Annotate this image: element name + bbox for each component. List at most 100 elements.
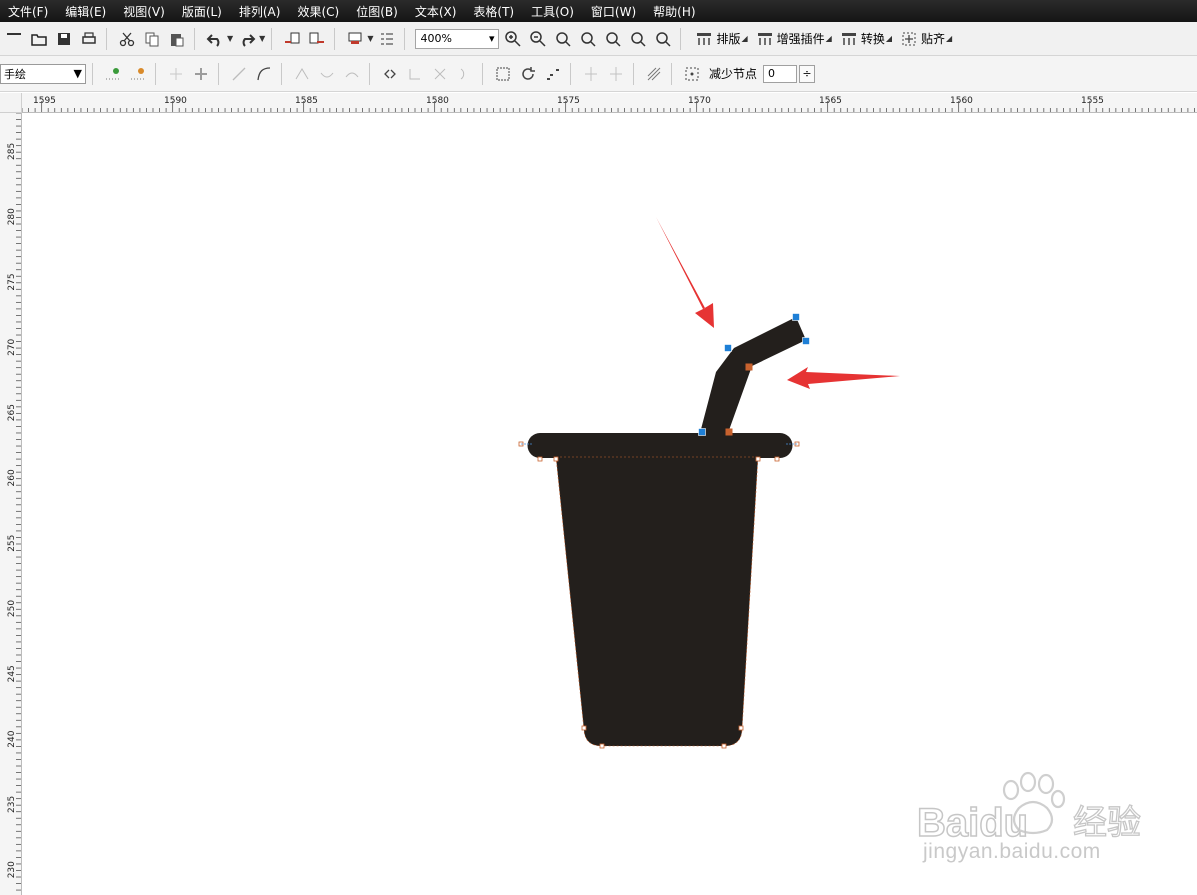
chevron-down-icon: ▾	[488, 32, 495, 45]
snap-dropdown-icon[interactable]: ◢	[946, 34, 952, 43]
toolbar-separator	[680, 27, 682, 50]
curve-mode-select[interactable]: 手绘 ▼	[0, 63, 86, 84]
cusp-node-icon[interactable]	[291, 63, 313, 85]
rotate-nodes-icon[interactable]	[517, 63, 539, 85]
add-node-icon[interactable]	[102, 63, 124, 85]
menu-item-0[interactable]: 文件(F)	[8, 3, 48, 20]
zoom-level-select[interactable]: 400% ▾	[415, 28, 500, 49]
redo-dropdown-icon[interactable]: ▼	[259, 34, 265, 43]
selected-node[interactable]	[724, 344, 732, 352]
curve-node[interactable]	[774, 456, 780, 462]
zoom-page-icon[interactable]	[602, 28, 624, 50]
mirror-horizontal-icon[interactable]	[580, 63, 602, 85]
selected-node[interactable]	[698, 428, 706, 436]
extend-close-icon[interactable]	[404, 63, 426, 85]
cup-shape[interactable]	[527, 317, 807, 747]
zoom-width-icon[interactable]	[627, 28, 649, 50]
align-nodes-icon[interactable]	[542, 63, 564, 85]
menu-item-4[interactable]: 排列(A)	[239, 3, 281, 20]
curve-node[interactable]	[725, 428, 733, 436]
convert-dropdown-icon[interactable]: ◢	[886, 34, 892, 43]
publish-dropdown-icon[interactable]: ▼	[367, 34, 373, 43]
reduce-nodes-stepper[interactable]: ÷	[799, 64, 816, 83]
curve-node[interactable]	[537, 456, 543, 462]
layout-dropdown-icon[interactable]: ◢	[741, 34, 747, 43]
curve-node[interactable]	[599, 743, 605, 749]
ruler-corner[interactable]	[0, 93, 22, 113]
menu-item-3[interactable]: 版面(L)	[182, 3, 222, 20]
mirror-vertical-icon[interactable]	[605, 63, 627, 85]
reduce-nodes-input[interactable]: 0	[763, 64, 798, 83]
plugin-tool-button[interactable]: 增强插件	[756, 30, 825, 48]
watermark-url: jingyan.baidu.com	[923, 840, 1101, 863]
undo-dropdown-icon[interactable]: ▼	[227, 34, 233, 43]
options-list-icon[interactable]	[376, 28, 398, 50]
import-icon[interactable]	[281, 28, 303, 50]
export-icon[interactable]	[306, 28, 328, 50]
stretch-nodes-icon[interactable]	[492, 63, 514, 85]
toolbar-separator	[281, 62, 282, 85]
plugin-dropdown-icon[interactable]: ◢	[826, 34, 832, 43]
snap-tool-button[interactable]: 贴齐	[900, 30, 945, 48]
copy-icon[interactable]	[141, 28, 163, 50]
menu-item-5[interactable]: 效果(C)	[297, 3, 339, 20]
zoom-selected-icon[interactable]	[552, 28, 574, 50]
curve-node[interactable]	[745, 363, 753, 371]
toolbar-separator	[155, 62, 156, 85]
curve-node[interactable]	[553, 456, 559, 462]
open-folder-icon[interactable]	[28, 28, 50, 50]
selected-node[interactable]	[802, 337, 810, 345]
menu-item-7[interactable]: 文本(X)	[415, 3, 457, 20]
menu-item-8[interactable]: 表格(T)	[473, 3, 514, 20]
baidu-jingyan-watermark: Baidu 经验 jingyan.baidu.com	[915, 768, 1145, 878]
cup-body-shape[interactable]	[555, 456, 759, 747]
auto-close-icon[interactable]	[454, 63, 476, 85]
selected-node[interactable]	[792, 313, 800, 321]
zoom-out-icon[interactable]	[527, 28, 549, 50]
vertical-ruler[interactable]: 285 280 275 270 265 260 255 250 245 240 235 230	[0, 113, 22, 895]
reverse-direction-icon[interactable]	[379, 63, 401, 85]
curve-node[interactable]	[755, 456, 761, 462]
curve-node[interactable]	[721, 743, 727, 749]
horizontal-ruler[interactable]: 1595159015851580157515701565156015551550…	[22, 93, 1197, 113]
ruler-v-label: 280	[7, 208, 17, 225]
menu-item-1[interactable]: 编辑(E)	[65, 3, 106, 20]
menu-item-10[interactable]: 窗口(W)	[591, 3, 636, 20]
to-line-icon[interactable]	[228, 63, 250, 85]
layout-tool-button[interactable]: 排版	[695, 30, 740, 48]
extract-subpath-icon[interactable]	[429, 63, 451, 85]
new-document-icon[interactable]	[3, 28, 25, 50]
redo-icon[interactable]	[236, 28, 258, 50]
delete-node-icon[interactable]	[127, 63, 149, 85]
cut-icon[interactable]	[116, 28, 138, 50]
menu-item-9[interactable]: 工具(O)	[531, 3, 574, 20]
select-all-nodes-icon[interactable]	[681, 63, 703, 85]
toolbar-separator	[404, 27, 406, 50]
zoom-all-icon[interactable]	[577, 28, 599, 50]
menu-item-6[interactable]: 位图(B)	[356, 3, 398, 20]
symmetric-node-icon[interactable]	[341, 63, 363, 85]
convert-icon	[841, 32, 856, 45]
print-icon[interactable]	[78, 28, 100, 50]
paste-icon[interactable]	[166, 28, 188, 50]
smooth-node-icon[interactable]	[316, 63, 338, 85]
join-nodes-icon[interactable]	[165, 63, 187, 85]
zoom-height-icon[interactable]	[652, 28, 674, 50]
ruler-v-label: 235	[7, 796, 17, 813]
menu-item-2[interactable]: 视图(V)	[123, 3, 165, 20]
convert-tool-button[interactable]: 转换	[840, 30, 885, 48]
elastic-mode-icon[interactable]	[643, 63, 665, 85]
cup-lid-shape[interactable]	[527, 433, 793, 458]
publish-pdf-icon[interactable]	[344, 28, 366, 50]
curve-node[interactable]	[581, 725, 587, 731]
to-curve-icon[interactable]	[253, 63, 275, 85]
straw-shape[interactable]	[700, 317, 806, 433]
drawing-canvas[interactable]: Baidu 经验 jingyan.baidu.com	[23, 114, 1197, 895]
break-curve-icon[interactable]	[190, 63, 212, 85]
save-icon[interactable]	[53, 28, 75, 50]
curve-node[interactable]	[738, 725, 744, 731]
menu-item-11[interactable]: 帮助(H)	[653, 3, 695, 20]
undo-icon[interactable]	[204, 28, 226, 50]
ruler-h-label: 1590	[164, 96, 187, 106]
zoom-in-icon[interactable]	[502, 28, 524, 50]
